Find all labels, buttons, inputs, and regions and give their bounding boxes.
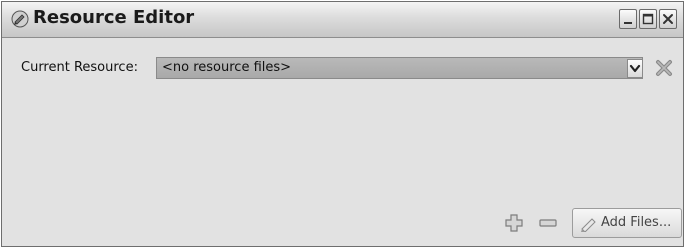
current-resource-label: Current Resource: [21, 60, 138, 75]
title-bar[interactable]: Resource Editor [2, 2, 683, 38]
close-button[interactable] [659, 9, 677, 29]
resource-editor-window: Resource Editor Current Resource: <no re… [1, 1, 684, 247]
minimize-icon [624, 22, 632, 24]
window-title: Resource Editor [33, 7, 195, 28]
remove-resource-button[interactable] [537, 212, 559, 234]
minus-icon [539, 219, 557, 227]
maximize-button[interactable] [639, 9, 657, 29]
add-files-label: Add Files... [601, 215, 672, 230]
maximize-icon [642, 13, 654, 25]
add-resource-button[interactable] [503, 212, 525, 234]
add-files-button[interactable]: Add Files... [572, 208, 682, 238]
resource-dropdown-button[interactable] [627, 59, 643, 78]
pencil-icon [580, 216, 598, 236]
delete-x-icon [656, 60, 672, 76]
minimize-button[interactable] [619, 9, 637, 29]
resource-editor-icon [11, 10, 29, 28]
current-resource-value: <no resource files> [162, 60, 292, 75]
plus-icon [505, 214, 523, 232]
current-resource-select[interactable]: <no resource files> [156, 57, 643, 79]
chevron-down-icon [629, 64, 641, 73]
delete-resource-button[interactable] [654, 58, 674, 78]
close-icon [663, 14, 673, 24]
